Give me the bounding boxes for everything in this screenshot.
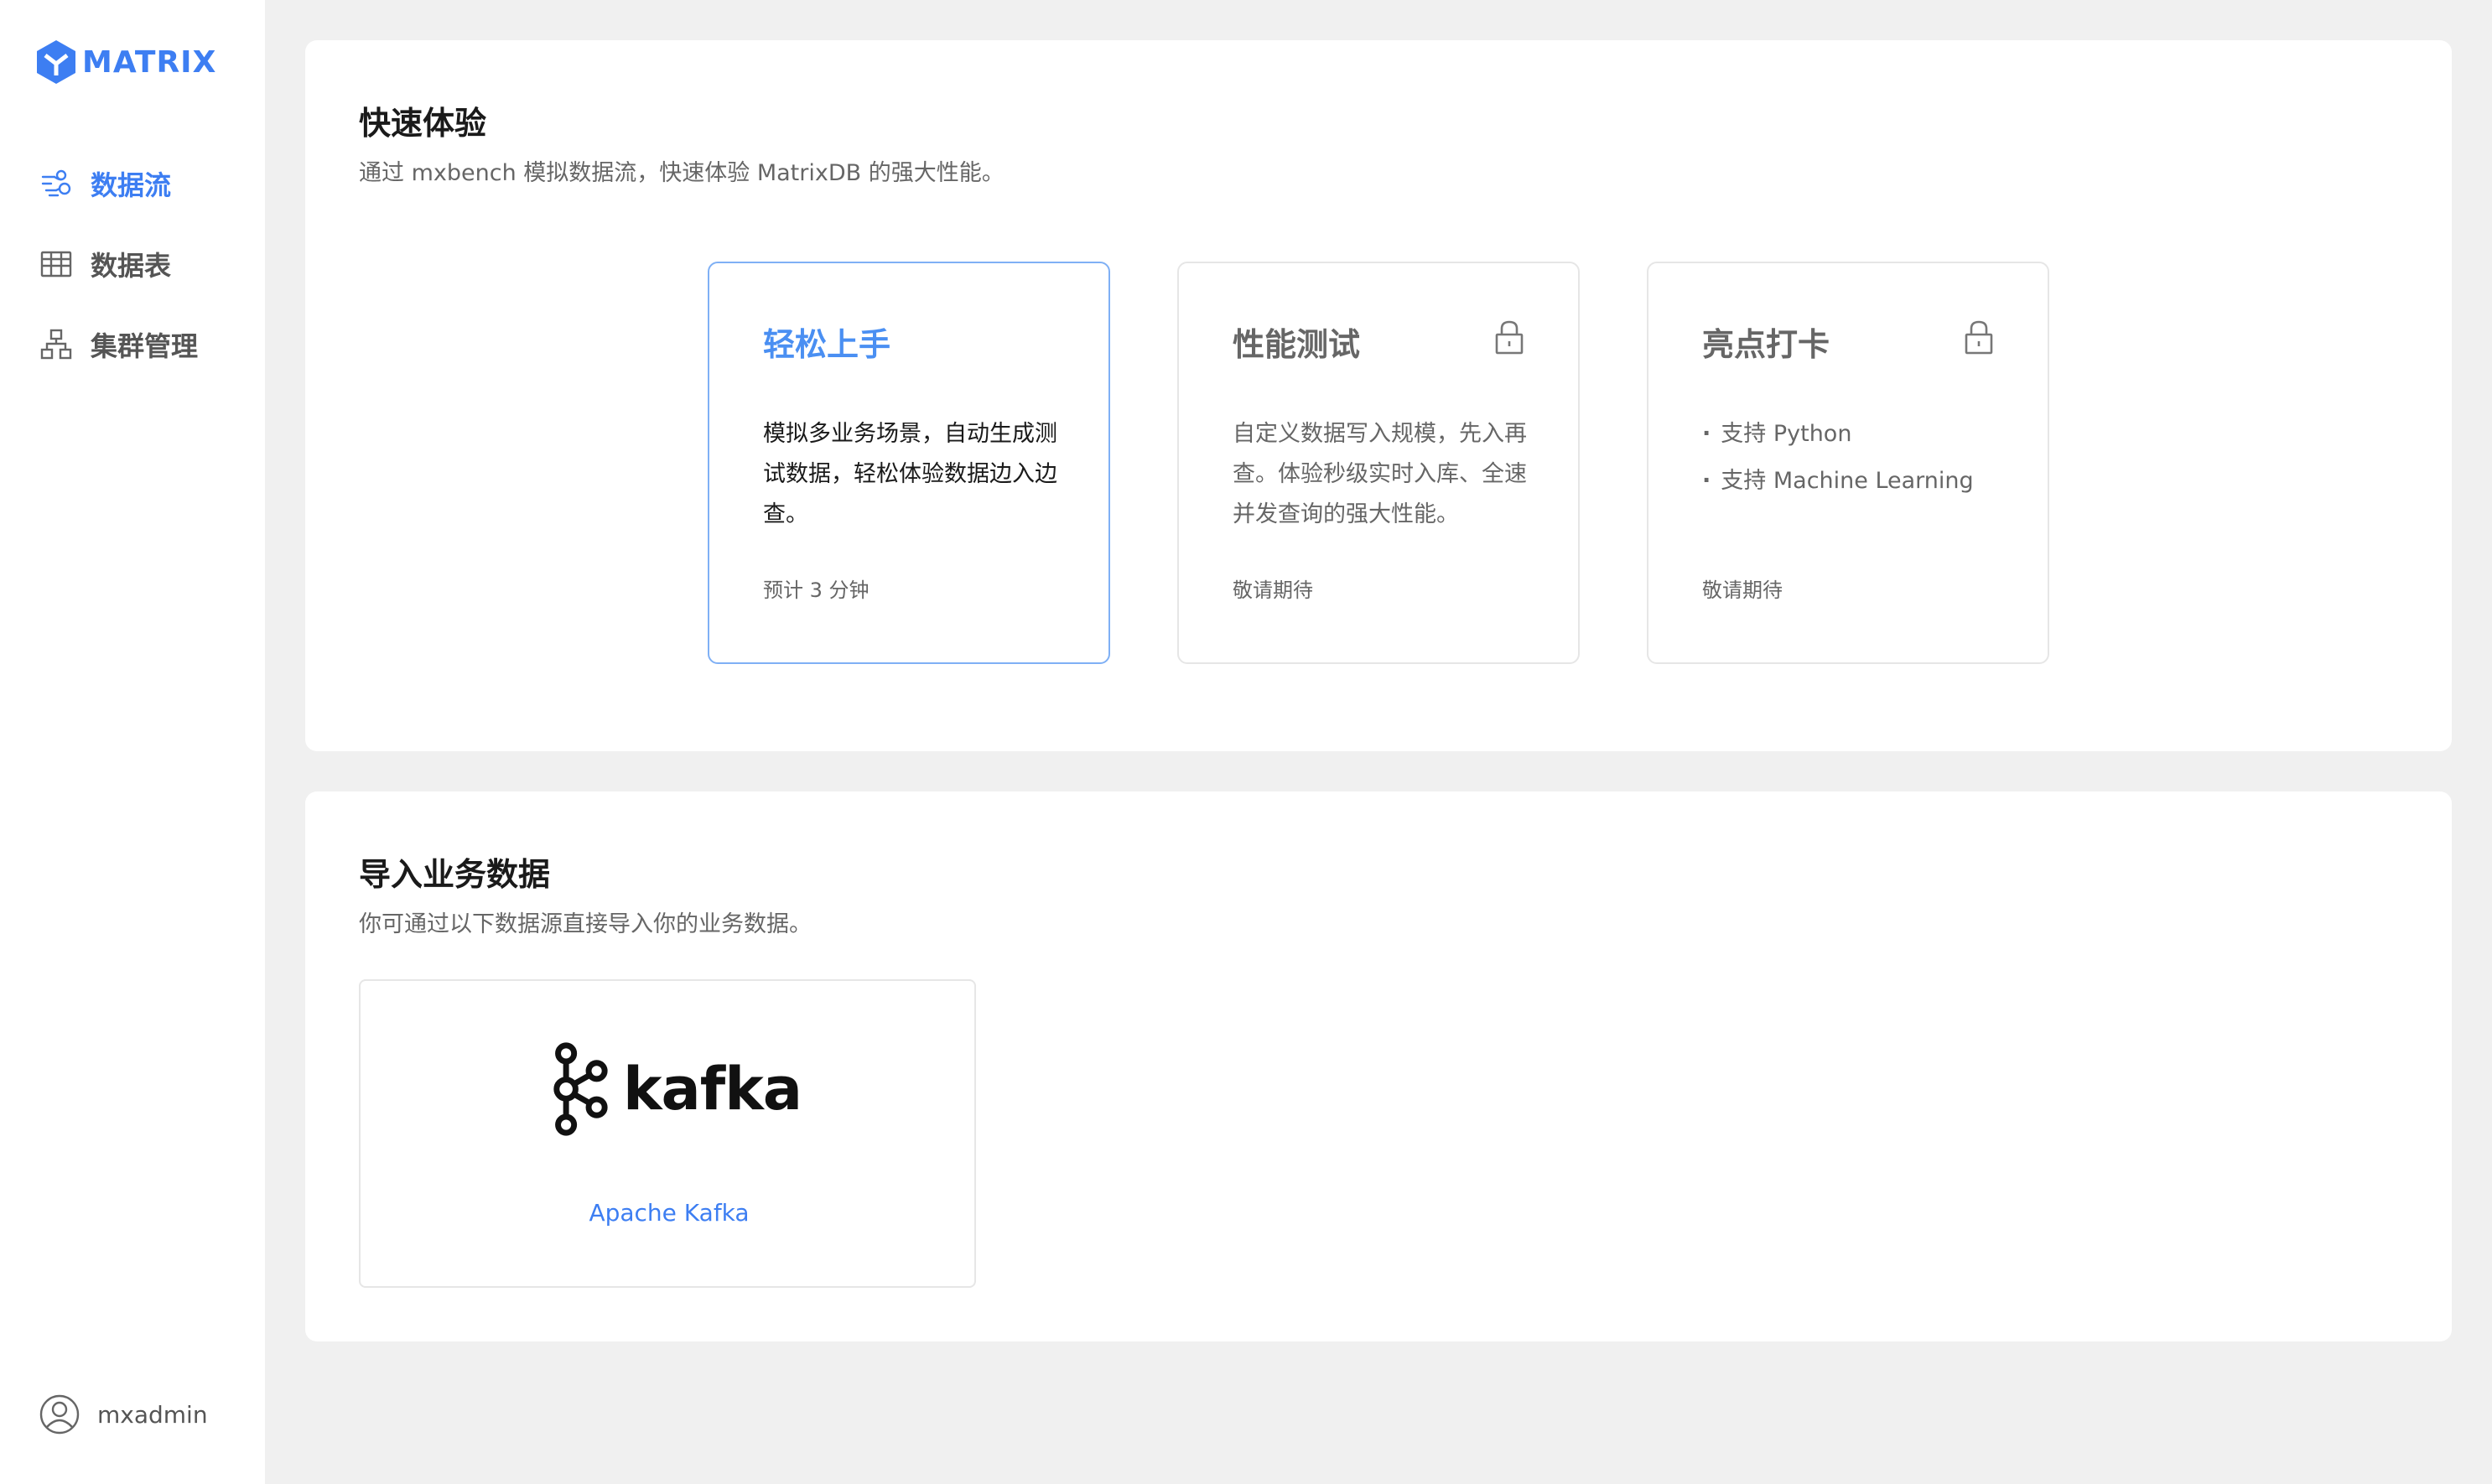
sidebar-nav: 数据流 数据表 集群管理 <box>0 159 265 401</box>
sidebar-item-cluster[interactable]: 集群管理 <box>0 320 265 369</box>
matrix-logo-icon <box>37 40 75 84</box>
kafka-logo-icon <box>553 1042 608 1136</box>
kafka-logo: kafka <box>550 1035 802 1144</box>
user-avatar-icon <box>39 1394 80 1435</box>
source-card-kafka[interactable]: kafka Apache Kafka <box>359 979 976 1288</box>
card-description: 模拟多业务场景，自动生成测试数据，轻松体验数据边入边查。 <box>763 421 1057 527</box>
card-title: 轻松上手 <box>763 326 891 363</box>
import-data-panel: 导入业务数据 你可通过以下数据源直接导入你的业务数据。 kafka Apache… <box>305 791 2452 1341</box>
sidebar-item-label: 数据流 <box>91 169 172 201</box>
list-item: 支持 Machine Learning <box>1702 458 1973 505</box>
sidebar-item-label: 数据表 <box>91 250 172 282</box>
card-easy-start[interactable]: 轻松上手 模拟多业务场景，自动生成测试数据，轻松体验数据边入边查。 预计 3 分… <box>708 262 1110 664</box>
quick-experience-panel: 快速体验 通过 mxbench 模拟数据流，快速体验 MatrixDB 的强大性… <box>305 40 2452 751</box>
card-footnote: 敬请期待 <box>1702 579 1783 602</box>
cluster-icon <box>39 327 74 362</box>
sidebar-item-data-flow[interactable]: 数据流 <box>0 159 265 208</box>
card-title: 性能测试 <box>1233 326 1361 363</box>
user-menu[interactable]: mxadmin <box>39 1392 208 1437</box>
source-label[interactable]: Apache Kafka <box>361 1199 978 1227</box>
import-data-subtitle: 你可通过以下数据源直接导入你的业务数据。 <box>359 911 812 937</box>
import-data-title: 导入业务数据 <box>359 856 551 893</box>
app-root: MATRIX 数据流 数据表 集群管理 mxadmin 快速体验 通过 mxbe… <box>0 0 2492 1484</box>
list-item: 支持 Python <box>1702 411 1974 458</box>
card-description: 自定义数据写入规模，先入再查。体验秒级实时入库、全速并发查询的强大性能。 <box>1233 421 1527 527</box>
sidebar-item-data-table[interactable]: 数据表 <box>0 240 265 288</box>
username: mxadmin <box>97 1400 208 1429</box>
brand-name: MATRIX <box>82 44 217 80</box>
table-icon <box>39 246 74 282</box>
quick-experience-subtitle: 通过 mxbench 模拟数据流，快速体验 MatrixDB 的强大性能。 <box>359 160 1005 186</box>
card-highlights[interactable]: 亮点打卡 支持 Python 支持 Machine Learning 敬请期待 <box>1647 262 2049 664</box>
card-bullet-list: 支持 Python 支持 Machine Learning <box>1702 411 1974 505</box>
quick-experience-title: 快速体验 <box>359 105 487 142</box>
lock-icon <box>1493 319 1526 355</box>
lock-icon <box>1962 319 1996 355</box>
matrix-logo[interactable]: MATRIX <box>35 39 216 86</box>
card-performance-test[interactable]: 性能测试 自定义数据写入规模，先入再查。体验秒级实时入库、全速并发查询的强大性能… <box>1177 262 1580 664</box>
sidebar-item-label: 集群管理 <box>91 330 199 362</box>
card-title: 亮点打卡 <box>1702 326 1830 363</box>
data-flow-icon <box>39 166 74 201</box>
sidebar: MATRIX 数据流 数据表 集群管理 mxadmin <box>0 0 265 1484</box>
kafka-wordmark: kafka <box>622 1055 802 1123</box>
card-footnote: 预计 3 分钟 <box>763 579 870 602</box>
card-footnote: 敬请期待 <box>1233 579 1313 602</box>
